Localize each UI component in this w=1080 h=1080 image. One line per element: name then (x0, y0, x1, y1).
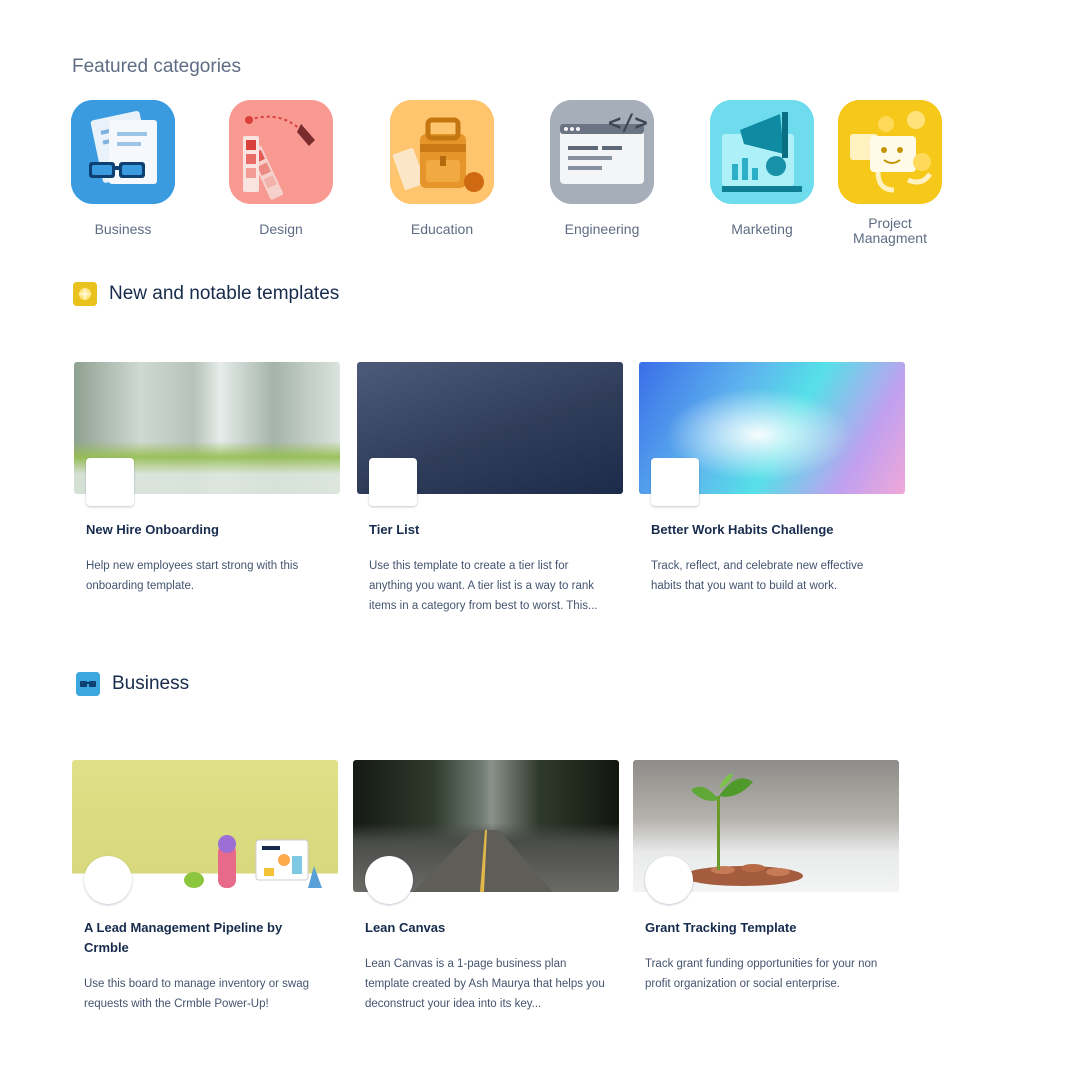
category-label: Business (94, 221, 152, 237)
design-icon (229, 100, 333, 204)
card-title: A Lead Management Pipeline by Crmble (84, 920, 283, 955)
category-label: Design (259, 221, 303, 237)
template-card-tier-list[interactable]: Tier List Use this template to create a … (357, 362, 623, 616)
card-title: Tier List (369, 522, 420, 537)
card-title: Lean Canvas (365, 920, 446, 935)
card-avatar (651, 458, 699, 506)
category-engineering[interactable]: </> Engineering (532, 100, 672, 237)
template-card-grant-tracking[interactable]: Grant Tracking Template Track grant fund… (633, 760, 899, 994)
template-card-lean-canvas[interactable]: Lean Canvas Lean Canvas is a 1-page busi… (353, 760, 619, 1014)
education-icon (390, 100, 494, 204)
card-description: Track, reflect, and celebrate new effect… (651, 560, 864, 592)
card-cover-image (72, 760, 338, 904)
card-cover-image (357, 362, 623, 506)
crmble-illustration (184, 835, 322, 888)
category-design[interactable]: Design (211, 100, 351, 237)
featured-categories-title: Featured categories (72, 56, 241, 77)
category-label: Project Managment (853, 215, 927, 246)
card-avatar (365, 856, 413, 904)
card-title: Better Work Habits Challenge (651, 522, 834, 537)
template-card-lead-management[interactable]: A Lead Management Pipeline by Crmble Use… (72, 760, 338, 1014)
new-notable-heading: New and notable templates (73, 282, 339, 306)
category-marketing[interactable]: Marketing (692, 100, 832, 237)
card-description: Use this template to create a tier list … (369, 560, 598, 612)
card-avatar (86, 458, 134, 506)
card-description: Use this board to manage inventory or sw… (84, 978, 310, 1010)
card-title: Grant Tracking Template (645, 920, 797, 935)
card-cover-image (633, 760, 899, 904)
section-title: Business (112, 673, 190, 694)
business-heading: Business (76, 672, 189, 696)
category-label: Marketing (731, 221, 793, 237)
category-project-management[interactable]: Project Managment (820, 100, 960, 246)
svg-text:</>: </> (608, 111, 648, 136)
business-icon (71, 100, 175, 204)
card-cover-image (74, 362, 340, 506)
card-avatar (84, 856, 132, 904)
category-business[interactable]: Business (53, 100, 193, 237)
card-description: Track grant funding opportunities for yo… (645, 958, 878, 990)
glasses-icon (76, 672, 100, 696)
sparkle-icon (73, 282, 97, 306)
marketing-icon (710, 100, 814, 204)
card-description: Lean Canvas is a 1-page business plan te… (365, 958, 605, 1010)
card-avatar (645, 856, 693, 904)
section-title: New and notable templates (109, 283, 340, 304)
card-avatar (369, 458, 417, 506)
card-cover-image (639, 362, 905, 506)
category-education[interactable]: Education (372, 100, 512, 237)
card-title: New Hire Onboarding (86, 522, 219, 537)
category-label: Engineering (564, 221, 640, 237)
project-management-icon (838, 100, 942, 204)
template-card-new-hire-onboarding[interactable]: New Hire Onboarding Help new employees s… (74, 362, 340, 596)
card-description: Help new employees start strong with thi… (86, 560, 299, 592)
template-card-better-work-habits[interactable]: Better Work Habits Challenge Track, refl… (639, 362, 905, 596)
card-cover-image (353, 760, 619, 904)
category-label: Education (410, 221, 474, 237)
engineering-icon: </> (550, 100, 654, 204)
